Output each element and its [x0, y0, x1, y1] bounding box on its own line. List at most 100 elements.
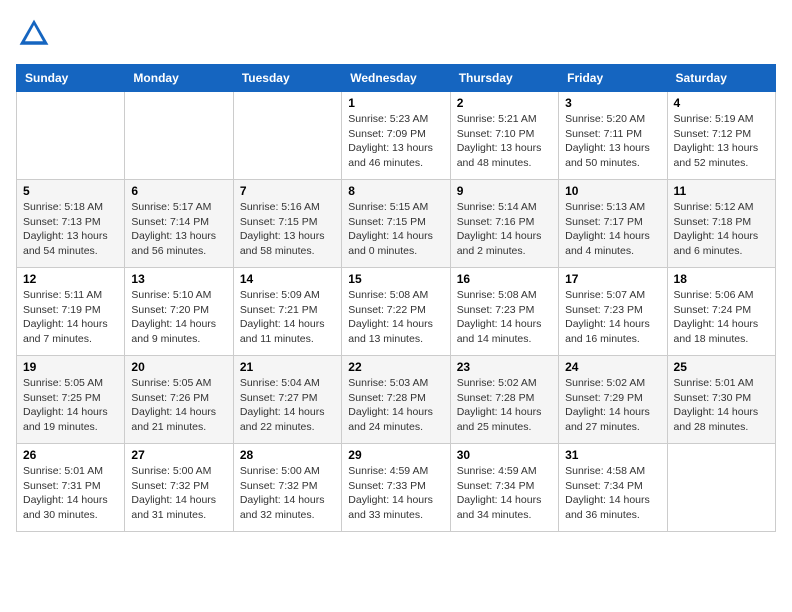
day-info: Sunrise: 5:10 AM Sunset: 7:20 PM Dayligh…: [131, 288, 226, 347]
calendar-header-saturday: Saturday: [667, 65, 775, 92]
calendar-header-thursday: Thursday: [450, 65, 558, 92]
day-number: 2: [457, 96, 552, 110]
day-info: Sunrise: 5:01 AM Sunset: 7:30 PM Dayligh…: [674, 376, 769, 435]
day-info: Sunrise: 5:16 AM Sunset: 7:15 PM Dayligh…: [240, 200, 335, 259]
day-number: 15: [348, 272, 443, 286]
calendar-cell: 22 Sunrise: 5:03 AM Sunset: 7:28 PM Dayli…: [342, 356, 450, 444]
calendar-header-monday: Monday: [125, 65, 233, 92]
day-number: 10: [565, 184, 660, 198]
page-header: [16, 16, 776, 52]
calendar-header-friday: Friday: [559, 65, 667, 92]
calendar-header-sunday: Sunday: [17, 65, 125, 92]
calendar-table: SundayMondayTuesdayWednesdayThursdayFrid…: [16, 64, 776, 532]
day-number: 20: [131, 360, 226, 374]
day-number: 3: [565, 96, 660, 110]
day-number: 4: [674, 96, 769, 110]
calendar-cell: 8Sunrise: 5:15 AM Sunset: 7:15 PM Daylig…: [342, 180, 450, 268]
day-number: 27: [131, 448, 226, 462]
day-number: 25: [674, 360, 769, 374]
day-info: Sunrise: 5:00 AM Sunset: 7:32 PM Dayligh…: [131, 464, 226, 523]
calendar-cell: 17 Sunrise: 5:07 AM Sunset: 7:23 PM Dayli…: [559, 268, 667, 356]
day-number: 29: [348, 448, 443, 462]
day-info: Sunrise: 5:00 AM Sunset: 7:32 PM Dayligh…: [240, 464, 335, 523]
calendar-cell: 4 Sunrise: 5:19 AM Sunset: 7:12 PM Daylig…: [667, 92, 775, 180]
calendar-cell: 20 Sunrise: 5:05 AM Sunset: 7:26 PM Dayli…: [125, 356, 233, 444]
day-info: Sunrise: 5:08 AM Sunset: 7:22 PM Dayligh…: [348, 288, 443, 347]
calendar-cell: [667, 444, 775, 532]
day-info: Sunrise: 5:09 AM Sunset: 7:21 PM Dayligh…: [240, 288, 335, 347]
day-number: 9: [457, 184, 552, 198]
day-info: Sunrise: 5:18 AM Sunset: 7:13 PM Dayligh…: [23, 200, 118, 259]
calendar-cell: 7 Sunrise: 5:16 AM Sunset: 7:15 PM Daylig…: [233, 180, 341, 268]
calendar-cell: 15 Sunrise: 5:08 AM Sunset: 7:22 PM Dayli…: [342, 268, 450, 356]
calendar-cell: 28Sunrise: 5:00 AM Sunset: 7:32 PM Dayli…: [233, 444, 341, 532]
day-number: 14: [240, 272, 335, 286]
day-number: 19: [23, 360, 118, 374]
day-number: 11: [674, 184, 769, 198]
calendar-cell: 31 Sunrise: 4:58 AM Sunset: 7:34 PM Dayli…: [559, 444, 667, 532]
day-number: 21: [240, 360, 335, 374]
calendar-cell: 23 Sunrise: 5:02 AM Sunset: 7:28 PM Dayli…: [450, 356, 558, 444]
day-info: Sunrise: 5:02 AM Sunset: 7:29 PM Dayligh…: [565, 376, 660, 435]
day-info: Sunrise: 5:03 AM Sunset: 7:28 PM Dayligh…: [348, 376, 443, 435]
day-info: Sunrise: 5:20 AM Sunset: 7:11 PM Dayligh…: [565, 112, 660, 171]
day-number: 6: [131, 184, 226, 198]
calendar-cell: 14 Sunrise: 5:09 AM Sunset: 7:21 PM Dayli…: [233, 268, 341, 356]
day-info: Sunrise: 4:58 AM Sunset: 7:34 PM Dayligh…: [565, 464, 660, 523]
calendar-week-row: 26 Sunrise: 5:01 AM Sunset: 7:31 PM Dayli…: [17, 444, 776, 532]
calendar-cell: 6 Sunrise: 5:17 AM Sunset: 7:14 PM Daylig…: [125, 180, 233, 268]
day-info: Sunrise: 5:21 AM Sunset: 7:10 PM Dayligh…: [457, 112, 552, 171]
calendar-cell: 3 Sunrise: 5:20 AM Sunset: 7:11 PM Daylig…: [559, 92, 667, 180]
day-number: 7: [240, 184, 335, 198]
day-number: 24: [565, 360, 660, 374]
calendar-header-wednesday: Wednesday: [342, 65, 450, 92]
calendar-header-row: SundayMondayTuesdayWednesdayThursdayFrid…: [17, 65, 776, 92]
day-number: 16: [457, 272, 552, 286]
calendar-week-row: 1 Sunrise: 5:23 AM Sunset: 7:09 PM Daylig…: [17, 92, 776, 180]
calendar-cell: [125, 92, 233, 180]
logo: [16, 16, 56, 52]
calendar-cell: 13 Sunrise: 5:10 AM Sunset: 7:20 PM Dayli…: [125, 268, 233, 356]
day-info: Sunrise: 5:02 AM Sunset: 7:28 PM Dayligh…: [457, 376, 552, 435]
calendar-cell: 11 Sunrise: 5:12 AM Sunset: 7:18 PM Dayli…: [667, 180, 775, 268]
day-info: Sunrise: 5:15 AM Sunset: 7:15 PM Dayligh…: [348, 200, 443, 259]
day-info: Sunrise: 5:06 AM Sunset: 7:24 PM Dayligh…: [674, 288, 769, 347]
day-number: 26: [23, 448, 118, 462]
calendar-cell: 12 Sunrise: 5:11 AM Sunset: 7:19 PM Dayli…: [17, 268, 125, 356]
day-info: Sunrise: 5:14 AM Sunset: 7:16 PM Dayligh…: [457, 200, 552, 259]
calendar-cell: 21 Sunrise: 5:04 AM Sunset: 7:27 PM Dayli…: [233, 356, 341, 444]
day-info: Sunrise: 5:23 AM Sunset: 7:09 PM Dayligh…: [348, 112, 443, 171]
calendar-cell: 9 Sunrise: 5:14 AM Sunset: 7:16 PM Daylig…: [450, 180, 558, 268]
calendar-week-row: 19Sunrise: 5:05 AM Sunset: 7:25 PM Dayli…: [17, 356, 776, 444]
day-info: Sunrise: 5:13 AM Sunset: 7:17 PM Dayligh…: [565, 200, 660, 259]
calendar-cell: [17, 92, 125, 180]
day-info: Sunrise: 5:08 AM Sunset: 7:23 PM Dayligh…: [457, 288, 552, 347]
day-info: Sunrise: 5:07 AM Sunset: 7:23 PM Dayligh…: [565, 288, 660, 347]
day-number: 23: [457, 360, 552, 374]
calendar-cell: 30Sunrise: 4:59 AM Sunset: 7:34 PM Dayli…: [450, 444, 558, 532]
day-number: 18: [674, 272, 769, 286]
day-number: 17: [565, 272, 660, 286]
calendar-cell: 18 Sunrise: 5:06 AM Sunset: 7:24 PM Dayli…: [667, 268, 775, 356]
day-info: Sunrise: 5:01 AM Sunset: 7:31 PM Dayligh…: [23, 464, 118, 523]
calendar-week-row: 5Sunrise: 5:18 AM Sunset: 7:13 PM Daylig…: [17, 180, 776, 268]
day-info: Sunrise: 5:12 AM Sunset: 7:18 PM Dayligh…: [674, 200, 769, 259]
day-number: 12: [23, 272, 118, 286]
day-info: Sunrise: 5:05 AM Sunset: 7:26 PM Dayligh…: [131, 376, 226, 435]
calendar-cell: 5Sunrise: 5:18 AM Sunset: 7:13 PM Daylig…: [17, 180, 125, 268]
calendar-cell: 10 Sunrise: 5:13 AM Sunset: 7:17 PM Dayli…: [559, 180, 667, 268]
day-info: Sunrise: 5:04 AM Sunset: 7:27 PM Dayligh…: [240, 376, 335, 435]
day-number: 22: [348, 360, 443, 374]
day-info: Sunrise: 4:59 AM Sunset: 7:34 PM Dayligh…: [457, 464, 552, 523]
calendar-cell: 19Sunrise: 5:05 AM Sunset: 7:25 PM Dayli…: [17, 356, 125, 444]
calendar-cell: 26 Sunrise: 5:01 AM Sunset: 7:31 PM Dayli…: [17, 444, 125, 532]
calendar-week-row: 12 Sunrise: 5:11 AM Sunset: 7:19 PM Dayli…: [17, 268, 776, 356]
day-info: Sunrise: 5:19 AM Sunset: 7:12 PM Dayligh…: [674, 112, 769, 171]
calendar-cell: 1 Sunrise: 5:23 AM Sunset: 7:09 PM Daylig…: [342, 92, 450, 180]
calendar-header-tuesday: Tuesday: [233, 65, 341, 92]
day-info: Sunrise: 5:11 AM Sunset: 7:19 PM Dayligh…: [23, 288, 118, 347]
day-number: 13: [131, 272, 226, 286]
day-info: Sunrise: 5:17 AM Sunset: 7:14 PM Dayligh…: [131, 200, 226, 259]
day-number: 31: [565, 448, 660, 462]
day-number: 1: [348, 96, 443, 110]
